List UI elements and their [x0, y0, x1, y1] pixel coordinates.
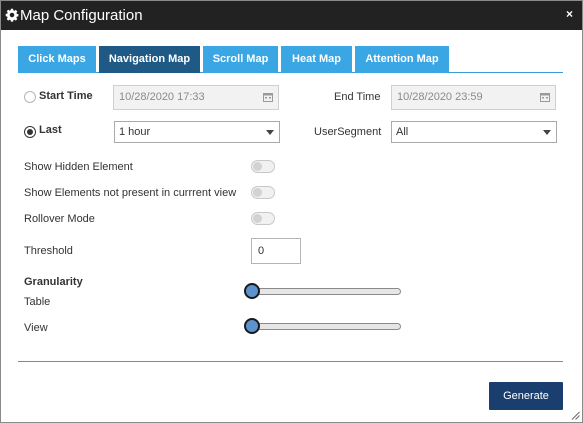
table-granularity-slider-handle[interactable] [244, 283, 260, 299]
tab-navigation-map[interactable]: Navigation Map [99, 46, 200, 73]
end-time-value: 10/28/2020 23:59 [397, 91, 483, 103]
last-radio[interactable] [24, 126, 36, 138]
end-time-field[interactable]: 10/28/2020 23:59 [391, 85, 556, 110]
end-time-label: End Time [334, 91, 381, 103]
gear-icon [5, 8, 19, 22]
map-configuration-dialog: Map Configuration × Click Maps Navigatio… [0, 0, 583, 423]
show-hidden-element-label: Show Hidden Element [24, 161, 133, 173]
chevron-down-icon [266, 130, 274, 135]
granularity-heading: Granularity [24, 276, 83, 288]
window-title: Map Configuration [20, 7, 143, 24]
last-duration-select[interactable]: 1 hour [114, 121, 280, 143]
calendar-icon[interactable] [263, 92, 273, 102]
close-icon[interactable]: × [566, 7, 573, 21]
rollover-mode-label: Rollover Mode [24, 213, 95, 225]
show-hidden-element-toggle[interactable] [251, 160, 275, 173]
start-time-label: Start Time [39, 90, 93, 102]
show-elements-not-present-label: Show Elements not present in currrent vi… [24, 187, 237, 199]
user-segment-select[interactable]: All [391, 121, 557, 143]
rollover-mode-toggle[interactable] [251, 212, 275, 225]
user-segment-value: All [396, 126, 409, 138]
show-elements-not-present-toggle[interactable] [251, 186, 275, 199]
user-segment-label: UserSegment [314, 126, 382, 138]
last-duration-value: 1 hour [119, 126, 151, 138]
toggle-knob [253, 214, 262, 223]
generate-button[interactable]: Generate [489, 382, 563, 410]
threshold-input[interactable]: 0 [251, 238, 301, 264]
map-type-tabs: Click Maps Navigation Map Scroll Map Hea… [18, 46, 563, 73]
chevron-down-icon [543, 130, 551, 135]
threshold-label: Threshold [24, 245, 73, 257]
start-time-field[interactable]: 10/28/2020 17:33 [113, 85, 279, 110]
title-bar[interactable]: Map Configuration × [1, 1, 582, 30]
tab-scroll-map[interactable]: Scroll Map [203, 46, 278, 73]
resize-grip-icon[interactable] [571, 411, 580, 420]
table-granularity-slider[interactable] [251, 288, 401, 295]
start-time-radio[interactable] [24, 91, 36, 103]
footer-divider [18, 361, 563, 362]
last-label: Last [39, 124, 62, 136]
tab-attention-map[interactable]: Attention Map [355, 46, 449, 73]
granularity-view-label: View [24, 322, 48, 334]
start-time-value: 10/28/2020 17:33 [119, 91, 205, 103]
tab-click-maps[interactable]: Click Maps [18, 46, 96, 73]
toggle-knob [253, 162, 262, 171]
view-granularity-slider[interactable] [251, 323, 401, 330]
calendar-icon[interactable] [540, 92, 550, 102]
granularity-table-label: Table [24, 296, 51, 308]
view-granularity-slider-handle[interactable] [244, 318, 260, 334]
tab-heat-map[interactable]: Heat Map [281, 46, 352, 73]
toggle-knob [253, 188, 262, 197]
